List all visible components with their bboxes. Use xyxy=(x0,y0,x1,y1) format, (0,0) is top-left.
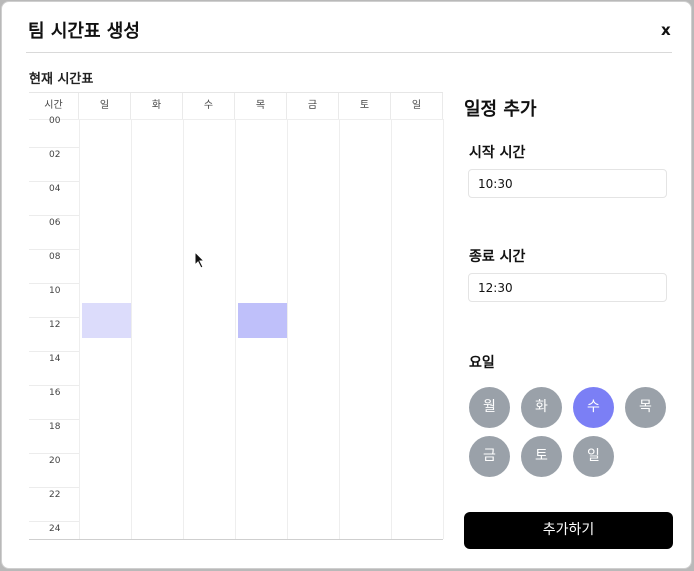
hour-divider xyxy=(29,215,79,216)
header-divider xyxy=(26,52,672,53)
header-day: 토 xyxy=(339,93,391,119)
add-button[interactable]: 추가하기 xyxy=(464,512,673,549)
hour-label: 02 xyxy=(49,150,61,160)
timetable-header: 시간 일 화 수 목 금 토 일 xyxy=(29,92,443,120)
grid-column-line xyxy=(79,119,80,539)
timetable-body: 00 02 04 06 08 10 12 14 16 18 20 22 24 xyxy=(29,116,444,539)
grid-column-line xyxy=(131,119,132,539)
header-day: 화 xyxy=(131,93,183,119)
hour-label: 08 xyxy=(49,252,61,262)
start-time-input[interactable] xyxy=(468,169,667,198)
hour-label: 18 xyxy=(49,422,61,432)
hour-divider xyxy=(29,487,79,488)
header-day: 수 xyxy=(183,93,235,119)
hour-label: 10 xyxy=(49,286,61,296)
team-timetable-modal: 팀 시간표 생성 x 현재 시간표 시간 일 화 수 목 금 토 일 00 02 0… xyxy=(1,1,692,569)
hour-label: 14 xyxy=(49,354,61,364)
day-button-sat[interactable]: 토 xyxy=(521,436,562,477)
hour-divider xyxy=(29,249,79,250)
close-button[interactable]: x xyxy=(661,21,671,39)
grid-column-line xyxy=(287,119,288,539)
day-button-tue[interactable]: 화 xyxy=(521,387,562,428)
day-button-sun[interactable]: 일 xyxy=(573,436,614,477)
hour-divider xyxy=(29,419,79,420)
day-button-mon[interactable]: 월 xyxy=(469,387,510,428)
hour-label: 22 xyxy=(49,490,61,500)
hour-divider xyxy=(29,181,79,182)
header-day: 일 xyxy=(79,93,131,119)
hour-label: 06 xyxy=(49,218,61,228)
header-day: 일 xyxy=(391,93,443,119)
modal-title: 팀 시간표 생성 xyxy=(28,21,140,42)
schedule-block[interactable] xyxy=(82,303,131,338)
schedule-block[interactable] xyxy=(238,303,287,338)
day-button-thu[interactable]: 목 xyxy=(625,387,666,428)
day-button-fri[interactable]: 금 xyxy=(469,436,510,477)
form-title: 일정 추가 xyxy=(464,99,537,120)
end-time-label: 종료 시간 xyxy=(469,249,526,265)
hour-divider xyxy=(29,453,79,454)
header-day: 금 xyxy=(287,93,339,119)
grid-column-line xyxy=(339,119,340,539)
grid-column-line xyxy=(235,119,236,539)
hour-divider xyxy=(29,283,79,284)
grid-column-line xyxy=(443,119,444,539)
grid-column-line xyxy=(183,119,184,539)
hour-label: 20 xyxy=(49,456,61,466)
day-label: 요일 xyxy=(469,355,495,371)
hour-divider xyxy=(29,317,79,318)
hour-label: 16 xyxy=(49,388,61,398)
hour-divider xyxy=(29,521,79,522)
grid-column-line xyxy=(391,119,392,539)
hour-divider xyxy=(29,147,79,148)
timetable-subtitle: 현재 시간표 xyxy=(29,72,94,87)
day-button-wed[interactable]: 수 xyxy=(573,387,614,428)
end-time-input[interactable] xyxy=(468,273,667,302)
timetable-bottom-border xyxy=(29,539,443,540)
hour-label: 12 xyxy=(49,320,61,330)
mouse-cursor-icon xyxy=(194,251,206,269)
hour-label: 00 xyxy=(49,116,61,126)
hour-label: 24 xyxy=(49,524,61,534)
timetable: 시간 일 화 수 목 금 토 일 00 02 04 06 08 10 12 14 16 18 20 2… xyxy=(29,92,444,540)
hour-divider xyxy=(29,351,79,352)
header-day: 목 xyxy=(235,93,287,119)
start-time-label: 시작 시간 xyxy=(469,145,526,161)
hour-label: 04 xyxy=(49,184,61,194)
hour-divider xyxy=(29,385,79,386)
